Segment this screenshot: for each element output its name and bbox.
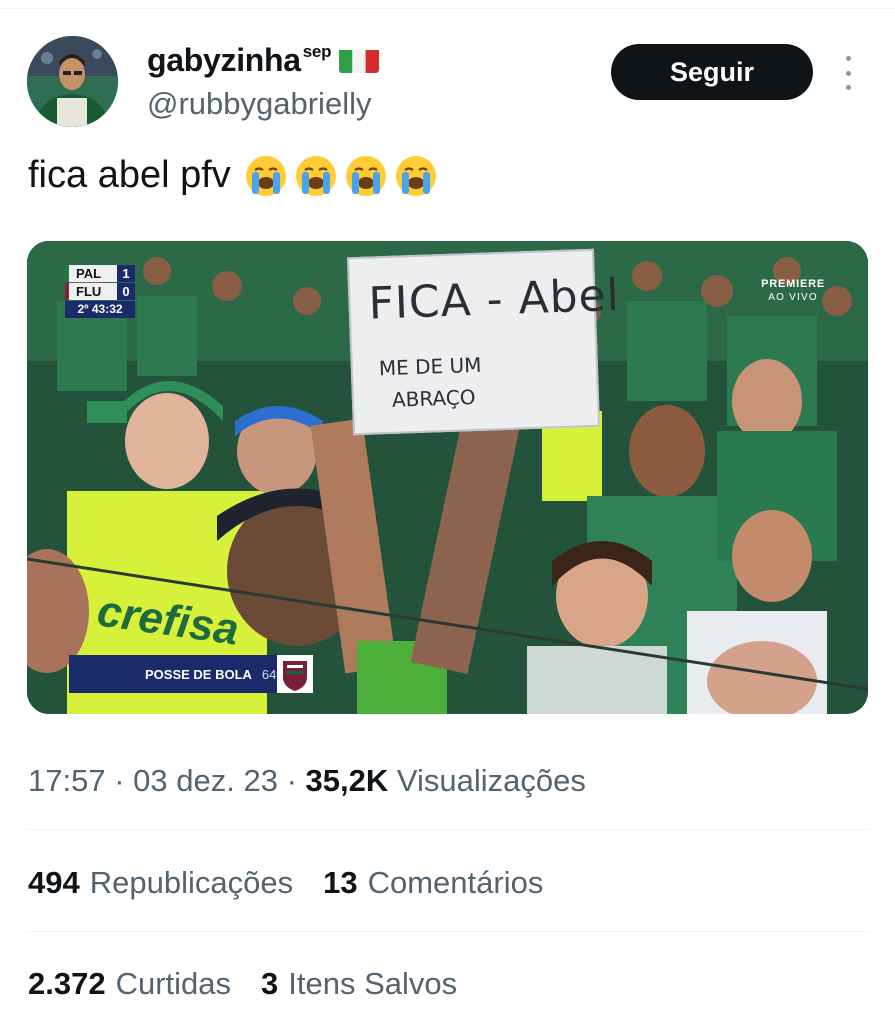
sign-line-1: FICA - Abel bbox=[367, 269, 621, 330]
reposts-label: Republicações bbox=[89, 865, 294, 900]
views-count: 35,2K bbox=[305, 763, 389, 798]
saves-label: Itens Salvos bbox=[288, 966, 458, 1001]
tweet-text: fica abel pfv bbox=[28, 152, 439, 198]
broadcaster-logo: PREMIERE AO VIVO bbox=[761, 277, 825, 305]
tweet-media-image[interactable]: PAL 1 FLU 0 2º 43:32 PREMIERE AO VIVO FI… bbox=[27, 241, 868, 714]
meta-separator: · bbox=[114, 763, 125, 798]
score-away-row: FLU 0 bbox=[65, 283, 135, 300]
tweet-meta: 17:57 · 03 dez. 23 · 35,2K Visualizações bbox=[28, 763, 586, 799]
display-name[interactable]: gabyzinha sep bbox=[147, 42, 380, 79]
handwritten-sign: FICA - Abel ME DE UM ABRAÇO bbox=[346, 248, 621, 436]
tweet-time[interactable]: 17:57 bbox=[28, 763, 106, 798]
broadcaster-live-label: AO VIVO bbox=[768, 292, 818, 303]
likes-count: 2.372 bbox=[28, 966, 106, 1001]
away-team: FLU bbox=[76, 284, 102, 299]
saves-stat[interactable]: 3 Itens Salvos bbox=[261, 966, 457, 1002]
away-goals: 0 bbox=[117, 283, 135, 300]
reposts-stat[interactable]: 494 Republicações bbox=[28, 865, 293, 901]
loudly-crying-face-icon bbox=[395, 156, 436, 196]
follow-button[interactable]: Seguir bbox=[611, 44, 813, 100]
loudly-crying-face-icon bbox=[295, 156, 336, 196]
fluminense-crest-icon bbox=[277, 655, 313, 693]
likes-stat[interactable]: 2.372 Curtidas bbox=[28, 966, 231, 1002]
sign-line-3: ABRAÇO bbox=[391, 384, 476, 412]
tweet-date[interactable]: 03 dez. 23 bbox=[133, 763, 278, 798]
home-goals: 1 bbox=[117, 265, 135, 282]
stats-row-1: 494 Republicações 13 Comentários bbox=[28, 865, 543, 901]
comments-count: 13 bbox=[323, 865, 358, 900]
match-clock: 2º 43:32 bbox=[65, 301, 135, 318]
italy-flag-icon bbox=[339, 47, 380, 73]
display-name-suffix: sep bbox=[302, 42, 332, 61]
comments-label: Comentários bbox=[367, 865, 544, 900]
more-options-icon[interactable] bbox=[836, 56, 860, 90]
possession-bar: POSSE DE BOLA 64% bbox=[69, 655, 313, 693]
likes-label: Curtidas bbox=[115, 966, 232, 1001]
meta-separator: · bbox=[286, 763, 297, 798]
emoji-row bbox=[243, 152, 439, 198]
divider bbox=[28, 931, 868, 932]
comments-stat[interactable]: 13 Comentários bbox=[323, 865, 543, 901]
home-team: PAL bbox=[76, 266, 102, 281]
scoreboard: PAL 1 FLU 0 2º 43:32 bbox=[65, 265, 135, 318]
views-label: Visualizações bbox=[396, 763, 586, 798]
possession-label: POSSE DE BOLA bbox=[145, 666, 252, 682]
top-divider bbox=[0, 8, 895, 9]
sign-line-2: ME DE UM bbox=[378, 352, 482, 381]
stats-row-2: 2.372 Curtidas 3 Itens Salvos bbox=[28, 966, 457, 1002]
score-home-row: PAL 1 bbox=[65, 265, 135, 282]
divider bbox=[28, 829, 868, 830]
reposts-count: 494 bbox=[28, 865, 80, 900]
loudly-crying-face-icon bbox=[245, 156, 286, 196]
broadcaster-name: PREMIERE bbox=[761, 278, 825, 290]
display-name-text: gabyzinha bbox=[147, 42, 301, 78]
saves-count: 3 bbox=[261, 966, 279, 1001]
loudly-crying-face-icon bbox=[345, 156, 386, 196]
user-handle[interactable]: @rubbygabrielly bbox=[147, 86, 371, 122]
avatar[interactable] bbox=[27, 36, 118, 127]
tweet-text-content: fica abel pfv bbox=[28, 153, 231, 196]
